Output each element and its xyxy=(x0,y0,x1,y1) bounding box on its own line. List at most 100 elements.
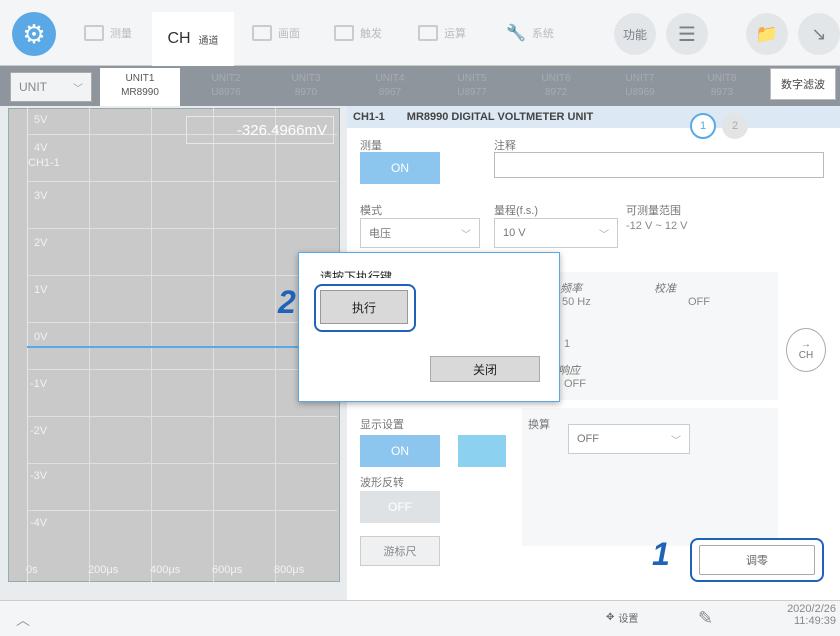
collapse-icon[interactable]: ↘ xyxy=(798,13,840,55)
y-axis-line xyxy=(27,108,28,582)
unit-name: UNIT4 xyxy=(375,73,405,84)
unit-model: 8973 xyxy=(710,87,734,98)
mode-label: 模式 xyxy=(360,205,382,217)
panel-unit-title: MR8990 DIGITAL VOLTMETER UNIT xyxy=(406,111,594,123)
unit-select[interactable]: UNIT ﹀ xyxy=(10,72,92,102)
tab-unit3[interactable]: UNIT3 8970 xyxy=(266,68,346,106)
mode-select[interactable]: 电压 ﹀ xyxy=(360,218,480,248)
y-tick-label: 2V xyxy=(34,237,48,249)
cursor-button[interactable]: 游标尺 xyxy=(360,536,440,566)
grid-line xyxy=(89,108,90,582)
unit-name: UNIT1 xyxy=(125,73,155,84)
x-tick-label: 600μs xyxy=(212,564,243,576)
response-value: OFF xyxy=(564,378,586,390)
clock: 2020/2/26 11:49:39 xyxy=(778,603,836,627)
settings-move-button[interactable]: ✥ 设置 xyxy=(606,610,638,625)
unit-name: UNIT2 xyxy=(211,73,241,84)
display-setting-label: 显示设置 xyxy=(360,419,404,431)
usb-icon[interactable]: ✎ xyxy=(698,608,713,629)
page-number: 2 xyxy=(731,120,739,132)
tab-channel[interactable]: CH 通道 xyxy=(152,12,234,66)
invert-label: 波形反转 xyxy=(360,477,404,489)
tab-unit4[interactable]: UNIT4 8967 xyxy=(350,68,430,106)
unit-name: UNIT3 xyxy=(291,73,321,84)
y-tick-label: -3V xyxy=(30,470,48,482)
screen-icon xyxy=(252,25,272,41)
unit-model: 8970 xyxy=(294,87,318,98)
unit-name: UNIT7 xyxy=(625,73,655,84)
execute-button[interactable]: 执行 xyxy=(320,290,408,324)
tab-channel-label: 通道 xyxy=(198,35,219,47)
date-text: 2020/2/26 xyxy=(787,603,836,615)
range-label: 量程(f.s.) xyxy=(494,205,538,217)
unit-select-value: UNIT xyxy=(19,80,47,94)
y-tick-label: -1V xyxy=(30,378,48,390)
tab-measure[interactable]: 测量 xyxy=(84,12,132,54)
invert-toggle[interactable]: OFF xyxy=(360,491,440,523)
measure-icon xyxy=(84,25,104,41)
tab-trigger[interactable]: 触发 xyxy=(334,12,382,54)
tab-unit2[interactable]: UNIT2 U8976 xyxy=(186,68,266,106)
unit-model: 8972 xyxy=(544,87,568,98)
page-1-button[interactable]: 1 xyxy=(690,113,716,139)
page-2-button[interactable]: 2 xyxy=(722,113,748,139)
unit-name: UNIT8 xyxy=(707,73,737,84)
range-select[interactable]: 10 V ﹀ xyxy=(494,218,618,248)
unit-model: U8969 xyxy=(625,87,655,98)
display-value: ON xyxy=(391,444,409,458)
grid-line xyxy=(213,108,214,582)
tab-unit8[interactable]: UNIT8 8973 xyxy=(682,68,762,106)
conversion-select[interactable]: OFF ﹀ xyxy=(568,424,690,454)
unit-name: UNIT6 xyxy=(541,73,571,84)
function-button[interactable]: 功能 xyxy=(614,13,656,55)
grid-line xyxy=(27,275,337,276)
dialog-message: 请按下执行键 xyxy=(320,270,393,278)
calib-value: OFF xyxy=(688,296,710,308)
status-bar xyxy=(0,600,840,636)
mode-value: 电压 xyxy=(369,228,391,240)
tab-unit7[interactable]: UNIT7 U8969 xyxy=(600,68,680,106)
tab-unit6[interactable]: UNIT6 8972 xyxy=(516,68,596,106)
cursor-label: 游标尺 xyxy=(383,546,417,558)
folder-icon[interactable]: 📁 xyxy=(746,13,788,55)
y-tick-label: 0V xyxy=(34,331,48,343)
close-label: 关闭 xyxy=(472,362,497,377)
tab-system-label: 系统 xyxy=(531,28,554,40)
measurable-range-value: -12 V ~ 12 V xyxy=(626,220,688,232)
chevron-down-icon: ﹀ xyxy=(461,229,471,241)
y-tick-label: -2V xyxy=(30,425,48,437)
invert-value: OFF xyxy=(388,500,412,514)
close-button[interactable]: 关闭 xyxy=(430,356,540,382)
value-readout: -326.4966mV xyxy=(186,116,334,144)
unit-model: U8976 xyxy=(211,87,241,98)
comment-field[interactable] xyxy=(494,152,824,178)
list-icon[interactable]: ☰ xyxy=(666,13,708,55)
trigger-icon xyxy=(334,25,354,41)
tab-unit1[interactable]: UNIT1 MR8990 xyxy=(100,68,180,106)
tab-screen-label: 画面 xyxy=(278,28,300,40)
tab-screen[interactable]: 画面 xyxy=(252,12,300,54)
channel-label: CH1-1 xyxy=(28,157,60,169)
comment-label: 注释 xyxy=(494,140,516,152)
chevron-up-icon[interactable]: ︿ xyxy=(16,610,30,630)
tab-unit5[interactable]: UNIT5 U8977 xyxy=(432,68,512,106)
gear-icon[interactable]: ⚙ xyxy=(12,12,56,56)
grid-line xyxy=(151,108,152,582)
display-color-swatch[interactable] xyxy=(458,435,506,467)
tab-system[interactable]: 🔧 系统 xyxy=(506,12,554,54)
digital-filter-button[interactable]: 数字滤波 xyxy=(770,68,836,100)
measurable-range-label: 可测量范围 xyxy=(626,205,681,217)
grid-line xyxy=(27,416,337,417)
measure-toggle[interactable]: ON xyxy=(360,152,440,184)
calib-label: 校准 xyxy=(654,283,676,295)
next-channel-button[interactable]: → CH xyxy=(786,328,826,372)
panel-header: CH1-1 MR8990 DIGITAL VOLTMETER UNIT xyxy=(347,106,840,128)
y-tick-label: 3V xyxy=(34,190,48,202)
x-tick-label: 200μs xyxy=(88,564,119,576)
arrow-right-icon: → xyxy=(801,339,811,350)
tab-calc[interactable]: 运算 xyxy=(418,12,466,54)
digital-filter-label: 数字滤波 xyxy=(781,79,825,91)
wrench-icon: 🔧 xyxy=(506,25,526,42)
zero-adjust-button[interactable]: 调零 xyxy=(699,545,815,575)
display-toggle[interactable]: ON xyxy=(360,435,440,467)
